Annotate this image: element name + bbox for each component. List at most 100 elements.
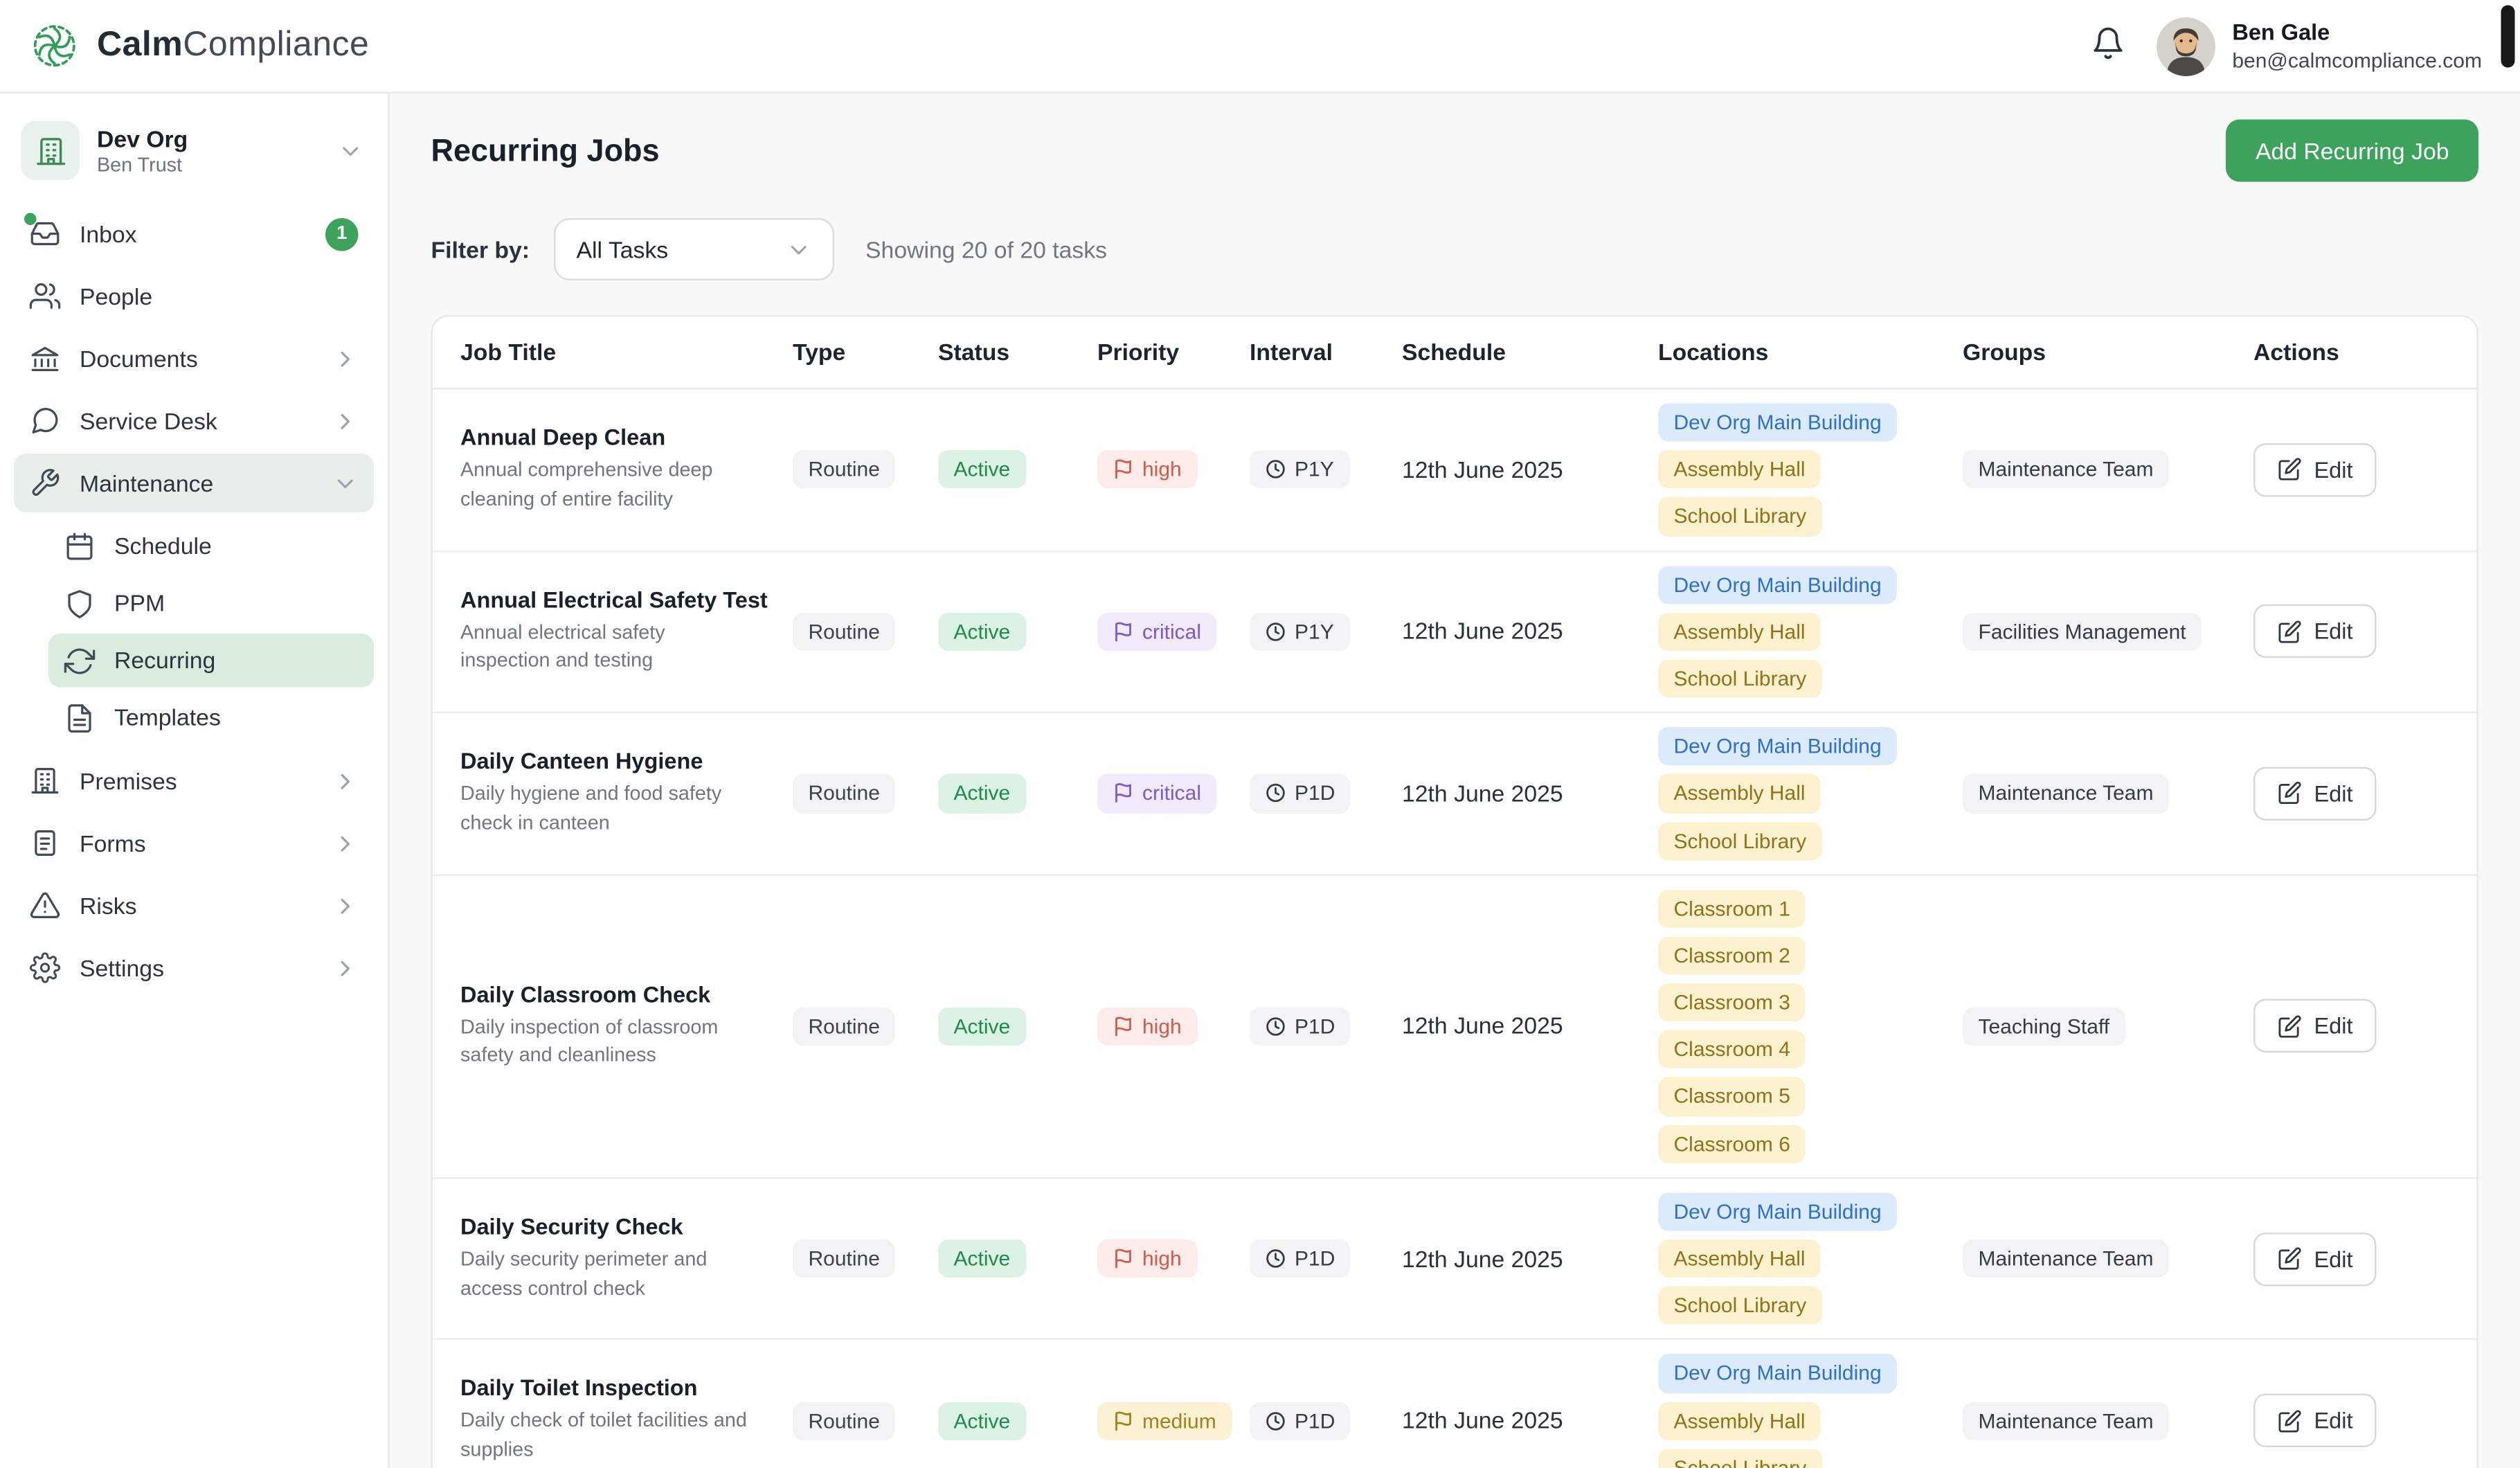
- status-badge: Active: [938, 612, 1026, 650]
- chevron-right-icon: [332, 893, 359, 919]
- type-badge: Routine: [793, 450, 895, 488]
- column-header: Type: [779, 339, 924, 366]
- templates-icon: [64, 702, 96, 733]
- sidebar-item-forms[interactable]: Forms: [14, 814, 374, 872]
- sidebar-item-ppm[interactable]: PPM: [48, 577, 374, 631]
- locations-list: Dev Org Main BuildingAssembly HallSchool…: [1644, 1354, 1949, 1468]
- edit-button[interactable]: Edit: [2253, 999, 2377, 1053]
- people-icon: [30, 280, 61, 312]
- chevron-down-icon: [332, 470, 359, 496]
- brand[interactable]: CalmCompliance: [28, 19, 369, 73]
- gear-icon: [30, 952, 61, 983]
- locations-list: Dev Org Main BuildingAssembly HallSchool…: [1644, 565, 1949, 697]
- premises-icon: [30, 765, 61, 796]
- column-header: Status: [924, 339, 1083, 366]
- interval-badge: P1D: [1250, 774, 1351, 812]
- job-description: Daily inspection of classroom safety and…: [460, 1014, 751, 1071]
- table-row: Annual Electrical Safety Test Annual ele…: [433, 551, 2477, 713]
- sidebar-item-documents[interactable]: Documents: [14, 329, 374, 388]
- sidebar-item-label: Documents: [80, 346, 198, 372]
- app-root: CalmCompliance Ben Gale ben@calmcomplian…: [0, 0, 2520, 1468]
- wrench-icon: [30, 467, 61, 499]
- flag-icon: [1113, 1411, 1134, 1431]
- location-badge: Dev Org Main Building: [1658, 404, 1897, 442]
- filter-select[interactable]: All Tasks: [554, 218, 834, 280]
- column-header: Job Title: [433, 339, 779, 366]
- sidebar-item-settings[interactable]: Settings: [14, 938, 374, 997]
- org-building-icon: [21, 121, 80, 180]
- calendar-icon: [64, 530, 96, 562]
- job-title: Annual Electrical Safety Test: [460, 587, 755, 613]
- column-header: Groups: [1949, 339, 2240, 366]
- org-selector[interactable]: Dev Org Ben Trust: [14, 111, 374, 204]
- notifications-button[interactable]: [2087, 23, 2128, 70]
- chevron-right-icon: [332, 955, 359, 981]
- sidebar-item-label: Risks: [80, 893, 137, 919]
- job-title: Daily Canteen Hygiene: [460, 749, 755, 775]
- table-row: Daily Canteen Hygiene Daily hygiene and …: [433, 713, 2477, 875]
- sidebar-item-label: Recurring: [114, 647, 215, 674]
- flag-icon: [1113, 621, 1134, 642]
- clock-icon: [1266, 1248, 1286, 1269]
- sidebar-item-service-desk[interactable]: Service Desk: [14, 391, 374, 450]
- location-badge: Assembly Hall: [1658, 450, 1821, 488]
- group-badge: Maintenance Team: [1963, 774, 2169, 812]
- schedule-date: 12th June 2025: [1388, 618, 1644, 645]
- sidebar-item-maintenance[interactable]: Maintenance: [14, 454, 374, 512]
- add-recurring-job-button[interactable]: Add Recurring Job: [2226, 120, 2478, 182]
- sidebar-item-people[interactable]: People: [14, 267, 374, 325]
- scrollbar-thumb[interactable]: [2501, 6, 2515, 68]
- priority-badge: high: [1097, 450, 1197, 488]
- service-desk-icon: [30, 405, 61, 436]
- sidebar-item-templates[interactable]: Templates: [48, 691, 374, 745]
- filter-label: Filter by:: [431, 236, 530, 262]
- page-title: Recurring Jobs: [431, 132, 660, 169]
- edit-button[interactable]: Edit: [2253, 1232, 2377, 1286]
- locations-list: Dev Org Main BuildingAssembly HallSchool…: [1644, 1192, 1949, 1325]
- sidebar-item-label: Service Desk: [80, 408, 217, 434]
- interval-badge: P1D: [1250, 1239, 1351, 1278]
- org-owner: Ben Trust: [97, 155, 188, 176]
- edit-button[interactable]: Edit: [2253, 1394, 2377, 1448]
- edit-button[interactable]: Edit: [2253, 767, 2377, 821]
- user-name: Ben Gale: [2232, 19, 2482, 46]
- group-badge: Maintenance Team: [1963, 1402, 2169, 1440]
- clock-icon: [1266, 459, 1286, 480]
- interval-badge: P1D: [1250, 1007, 1351, 1045]
- job-description: Annual comprehensive deep cleaning of en…: [460, 457, 751, 514]
- interval-badge: P1D: [1250, 1402, 1351, 1440]
- warning-triangle-icon: [30, 890, 61, 921]
- location-badge: School Library: [1658, 1449, 1822, 1468]
- type-badge: Routine: [793, 1239, 895, 1278]
- sidebar-item-recurring[interactable]: Recurring: [48, 634, 374, 688]
- priority-badge: high: [1097, 1007, 1197, 1045]
- sidebar-item-label: Settings: [80, 955, 164, 981]
- documents-icon: [30, 343, 61, 374]
- edit-pencil-icon: [2278, 1408, 2302, 1433]
- chevron-right-icon: [332, 408, 359, 434]
- sidebar-item-inbox[interactable]: Inbox 1: [14, 204, 374, 263]
- column-header: Locations: [1644, 339, 1949, 366]
- top-bar: CalmCompliance Ben Gale ben@calmcomplian…: [0, 0, 2520, 93]
- edit-button[interactable]: Edit: [2253, 605, 2377, 659]
- job-title: Annual Deep Clean: [460, 424, 755, 451]
- schedule-date: 12th June 2025: [1388, 456, 1644, 483]
- location-badge: Classroom 2: [1658, 936, 1806, 974]
- schedule-date: 12th June 2025: [1388, 1013, 1644, 1039]
- type-badge: Routine: [793, 612, 895, 650]
- location-badge: Dev Org Main Building: [1658, 1354, 1897, 1393]
- group-badge: Maintenance Team: [1963, 450, 2169, 488]
- status-badge: Active: [938, 1239, 1026, 1278]
- edit-pencil-icon: [2278, 782, 2302, 806]
- sidebar-item-risks[interactable]: Risks: [14, 876, 374, 935]
- edit-button[interactable]: Edit: [2253, 442, 2377, 496]
- clock-icon: [1266, 1016, 1286, 1037]
- type-badge: Routine: [793, 774, 895, 812]
- sidebar-item-premises[interactable]: Premises: [14, 751, 374, 810]
- sidebar-item-schedule[interactable]: Schedule: [48, 519, 374, 573]
- location-badge: Assembly Hall: [1658, 1239, 1821, 1278]
- sidebar-item-label: Maintenance: [80, 470, 213, 496]
- org-name: Dev Org: [97, 125, 188, 152]
- recurring-jobs-table: Job Title Type Status Priority Interval …: [431, 315, 2479, 1468]
- avatar[interactable]: [2156, 17, 2215, 75]
